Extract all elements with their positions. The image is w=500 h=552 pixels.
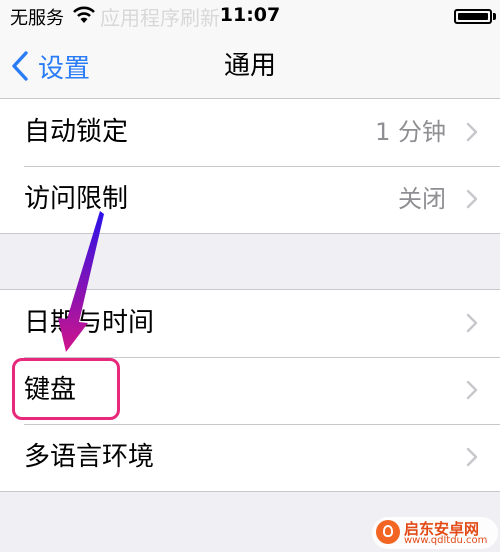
- back-button[interactable]: 设置: [10, 34, 90, 98]
- chevron-right-icon: [466, 447, 478, 467]
- row-value: 1 分钟: [375, 118, 446, 146]
- status-bar: 无服务 应用程序刷新 11:07: [0, 0, 500, 34]
- navigation-bar: 通用 设置: [0, 34, 500, 99]
- battery-tip: [493, 13, 496, 20]
- chevron-right-icon: [466, 313, 478, 333]
- status-time: 11:07: [219, 4, 281, 26]
- row-date-time[interactable]: 日期与时间: [0, 290, 500, 357]
- row-value: 关闭: [398, 185, 446, 213]
- row-label: 日期与时间: [24, 308, 155, 338]
- row-label: 访问限制: [24, 184, 129, 214]
- watermark-url: www.qdltdu.com: [404, 535, 488, 546]
- chevron-left-icon: [12, 51, 28, 81]
- back-button-label: 设置: [38, 53, 91, 84]
- watermark: 启东安卓网 www.qdltdu.com: [372, 517, 498, 549]
- settings-group-lock: 自动锁定 1 分钟 访问限制 关闭: [0, 98, 500, 234]
- keyboard-highlight-box: [12, 358, 120, 420]
- chevron-right-icon: [466, 380, 478, 400]
- row-auto-lock[interactable]: 自动锁定 1 分钟: [0, 99, 500, 166]
- row-restrictions[interactable]: 访问限制 关闭: [0, 166, 500, 233]
- watermark-logo-icon: [376, 520, 400, 544]
- row-label: 自动锁定: [24, 117, 129, 147]
- chevron-right-icon: [466, 122, 478, 142]
- battery-icon: [454, 9, 492, 24]
- row-label: 多语言环境: [24, 442, 155, 472]
- row-international[interactable]: 多语言环境: [0, 424, 500, 491]
- chevron-right-icon: [466, 189, 478, 209]
